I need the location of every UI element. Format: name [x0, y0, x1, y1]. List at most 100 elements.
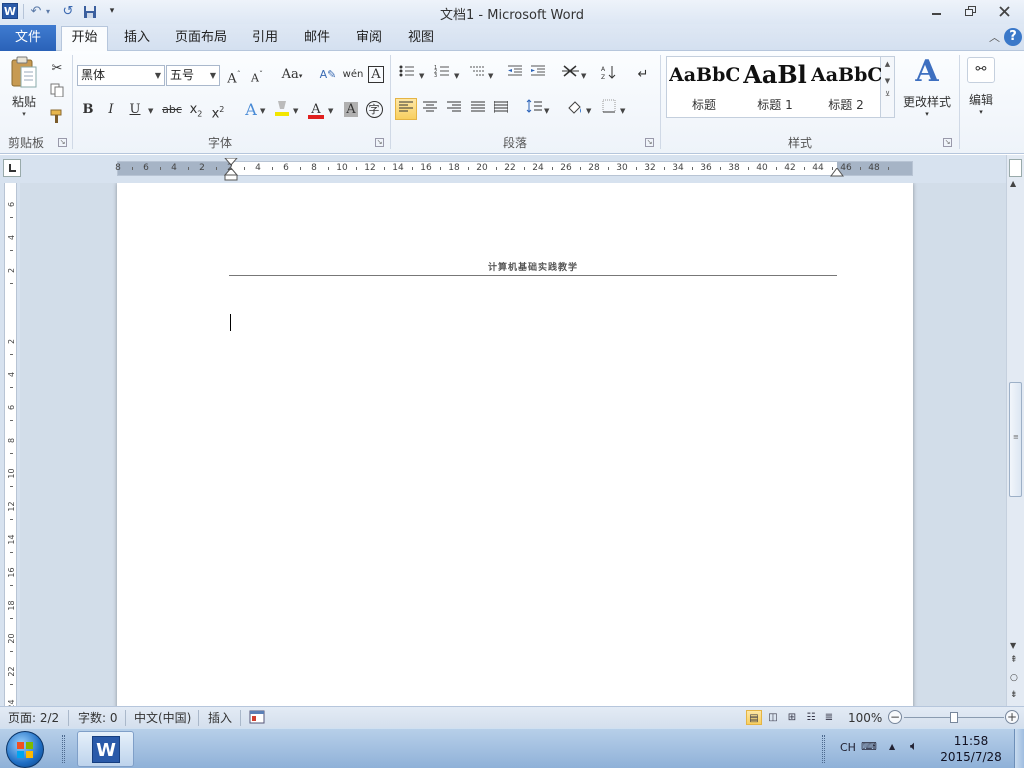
- font-color-dropdown-icon[interactable]: ▼: [328, 107, 333, 115]
- scrollbar-thumb[interactable]: ≡: [1009, 382, 1022, 497]
- collapse-ribbon-icon[interactable]: ︿: [989, 29, 1000, 45]
- zoom-slider-thumb[interactable]: [950, 712, 958, 723]
- browse-object-icon[interactable]: ○: [1010, 673, 1018, 683]
- previous-page-icon[interactable]: ⇞: [1010, 655, 1018, 665]
- web-layout-button[interactable]: ⊞: [784, 710, 800, 725]
- superscript-button[interactable]: x2: [207, 99, 229, 121]
- keyboard-icon[interactable]: ⌨: [861, 740, 877, 753]
- numbering-dropdown-icon[interactable]: ▼: [454, 72, 459, 80]
- tab-home[interactable]: 开始: [61, 26, 108, 52]
- clear-formatting-icon[interactable]: A✎: [317, 64, 339, 86]
- align-left-button[interactable]: [395, 98, 417, 120]
- clipboard-launcher-icon[interactable]: ↘: [58, 138, 67, 147]
- zoom-level[interactable]: 100%: [848, 710, 882, 726]
- full-screen-reading-button[interactable]: ◫: [765, 710, 781, 725]
- undo-dropdown-icon[interactable]: ▾: [44, 3, 52, 20]
- volume-icon[interactable]: 🔈︎: [910, 739, 918, 754]
- underline-dropdown-icon[interactable]: ▼: [148, 107, 153, 115]
- show-hidden-icons-icon[interactable]: ▲: [889, 742, 895, 751]
- restore-button[interactable]: [957, 2, 985, 21]
- bullets-icon[interactable]: [396, 64, 418, 86]
- subscript-button[interactable]: x2: [185, 99, 207, 121]
- scroll-down-icon[interactable]: ▼: [1010, 641, 1016, 650]
- change-case-button[interactable]: Aa▾: [278, 64, 306, 86]
- line-spacing-dropdown-icon[interactable]: ▼: [544, 107, 549, 115]
- vertical-scrollbar[interactable]: ▲ ≡ ▼ ⇞ ○ ⇟: [1006, 155, 1024, 706]
- italic-button[interactable]: I: [100, 99, 122, 121]
- borders-icon[interactable]: [598, 99, 620, 121]
- font-size-combo[interactable]: 五号 ▼: [166, 65, 220, 86]
- cut-icon[interactable]: ✂: [46, 58, 68, 80]
- tab-mailings[interactable]: 邮件: [298, 27, 336, 51]
- help-icon[interactable]: ?: [1004, 28, 1022, 46]
- paste-button[interactable]: 粘贴 ▾: [6, 55, 42, 125]
- minimize-button[interactable]: [923, 2, 951, 21]
- next-page-icon[interactable]: ⇟: [1010, 690, 1018, 700]
- font-color-button[interactable]: A: [305, 99, 327, 121]
- highlight-icon[interactable]: [271, 99, 293, 121]
- justify-icon[interactable]: [467, 99, 489, 121]
- borders-dropdown-icon[interactable]: ▼: [620, 107, 625, 115]
- shading-icon[interactable]: [564, 99, 586, 121]
- font-launcher-icon[interactable]: ↘: [375, 138, 384, 147]
- draft-view-button[interactable]: ≣: [821, 710, 837, 725]
- document-area[interactable]: 计算机基础实践教学: [20, 183, 1006, 706]
- tab-view[interactable]: 视图: [402, 27, 440, 51]
- outline-view-button[interactable]: ☷: [803, 710, 819, 725]
- taskbar-word-button[interactable]: W: [77, 731, 134, 767]
- page-count[interactable]: 页面: 2/2: [8, 710, 59, 726]
- word-app-icon[interactable]: W: [2, 3, 18, 19]
- chevron-down-icon[interactable]: ▼: [881, 77, 894, 85]
- show-marks-icon[interactable]: ↵: [632, 64, 654, 86]
- enclose-characters-button[interactable]: 字: [363, 99, 385, 121]
- decrease-indent-icon[interactable]: [504, 64, 526, 86]
- highlight-dropdown-icon[interactable]: ▼: [293, 107, 298, 115]
- start-button[interactable]: [6, 731, 44, 768]
- repeat-icon[interactable]: ↺: [60, 3, 76, 20]
- text-effects-icon[interactable]: A: [240, 99, 262, 121]
- increase-indent-icon[interactable]: [527, 64, 549, 86]
- vertical-ruler[interactable]: 6 4 2 2 4 6 8 10 12 14 16 18 20 22 24: [4, 183, 17, 718]
- ime-indicator[interactable]: CH: [840, 741, 856, 754]
- save-icon[interactable]: [82, 3, 98, 20]
- customize-qat-icon[interactable]: ▾: [104, 3, 120, 20]
- format-painter-icon[interactable]: [46, 108, 68, 130]
- language-indicator[interactable]: 中文(中国): [134, 710, 191, 726]
- align-right-icon[interactable]: [443, 99, 465, 121]
- show-desktop-button[interactable]: [1014, 729, 1024, 768]
- text-effects-dropdown-icon[interactable]: ▼: [260, 107, 265, 115]
- paragraph-launcher-icon[interactable]: ↘: [645, 138, 654, 147]
- bold-button[interactable]: B: [77, 99, 99, 121]
- underline-button[interactable]: U: [124, 99, 146, 121]
- tab-insert[interactable]: 插入: [117, 27, 157, 51]
- shrink-font-button[interactable]: Aˇ: [246, 64, 268, 86]
- grow-font-button[interactable]: Aˆ: [223, 64, 245, 86]
- bullets-dropdown-icon[interactable]: ▼: [419, 72, 424, 80]
- styles-launcher-icon[interactable]: ↘: [943, 138, 952, 147]
- more-styles-icon[interactable]: ⊻: [881, 90, 894, 98]
- close-button[interactable]: [991, 2, 1019, 21]
- tab-selector[interactable]: [3, 159, 21, 177]
- document-page[interactable]: 计算机基础实践教学: [117, 183, 913, 706]
- tab-references[interactable]: 引用: [246, 27, 284, 51]
- align-center-icon[interactable]: [419, 99, 441, 121]
- insert-mode-indicator[interactable]: 插入: [208, 710, 232, 726]
- clock[interactable]: 11:58 2015/7/28: [930, 733, 1012, 765]
- editing-button[interactable]: ⚯ 编辑 ▾: [963, 55, 999, 127]
- distributed-icon[interactable]: [490, 99, 512, 121]
- numbering-icon[interactable]: 123: [431, 64, 453, 86]
- copy-icon[interactable]: [46, 83, 68, 105]
- styles-gallery-scroll[interactable]: ▲ ▼ ⊻: [881, 56, 895, 118]
- tab-page-layout[interactable]: 页面布局: [170, 27, 232, 51]
- scroll-up-icon[interactable]: ▲: [1010, 179, 1016, 188]
- multilevel-dropdown-icon[interactable]: ▼: [488, 72, 493, 80]
- chinese-layout-dropdown-icon[interactable]: ▼: [581, 72, 586, 80]
- character-shading-button[interactable]: A: [340, 99, 362, 121]
- strikethrough-button[interactable]: abc: [160, 99, 184, 121]
- horizontal-ruler[interactable]: 8 6 4 2 2 4 6 8 10 12 14 16 18 20 22 24 26 28 30 32 34 36 38 40…: [115, 158, 913, 181]
- macro-record-icon[interactable]: [249, 710, 265, 726]
- tab-review[interactable]: 审阅: [350, 27, 388, 51]
- character-border-icon[interactable]: A: [365, 64, 387, 86]
- view-ruler-toggle-icon[interactable]: [1009, 159, 1022, 177]
- shading-dropdown-icon[interactable]: ▼: [586, 107, 591, 115]
